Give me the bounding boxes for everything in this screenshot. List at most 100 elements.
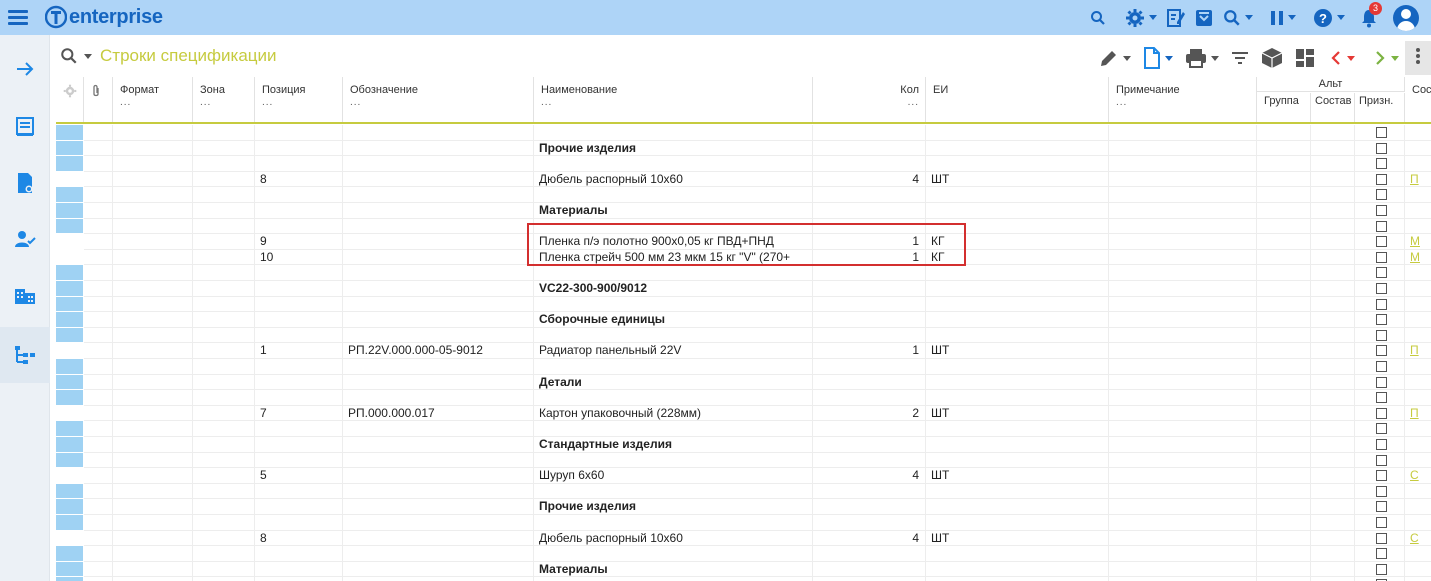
table-cell[interactable]	[1311, 327, 1355, 344]
table-cell-pos[interactable]	[255, 499, 343, 515]
table-cell[interactable]	[1109, 218, 1257, 235]
pause-menu-button[interactable]	[1270, 10, 1296, 26]
table-cell[interactable]	[1257, 437, 1311, 453]
table-cell[interactable]	[113, 249, 193, 266]
table-cell[interactable]	[1109, 234, 1257, 250]
composition-link[interactable]: П	[1405, 406, 1431, 422]
table-cell[interactable]	[1109, 468, 1257, 484]
table-cell-pos[interactable]	[255, 140, 343, 157]
sign-checkbox[interactable]	[1376, 189, 1387, 201]
table-cell[interactable]	[1109, 577, 1257, 581]
edit-document-button[interactable]	[1167, 8, 1185, 28]
table-cell[interactable]	[193, 218, 255, 235]
table-row[interactable]: Прочие изделия	[56, 140, 1431, 157]
table-cell[interactable]	[1257, 405, 1311, 422]
table-cell-qty[interactable]	[813, 156, 926, 172]
table-cell-name[interactable]: Прочие изделия	[534, 499, 813, 515]
sign-checkbox[interactable]	[1376, 407, 1387, 419]
sign-checkbox[interactable]	[1376, 563, 1387, 575]
table-cell[interactable]	[84, 234, 113, 250]
column-header-zone[interactable]: Зона...	[193, 77, 255, 123]
table-cell[interactable]	[113, 421, 193, 437]
table-cell[interactable]	[193, 234, 255, 250]
table-cell-designation[interactable]	[343, 296, 534, 313]
table-cell[interactable]	[193, 515, 255, 531]
table-cell-pos[interactable]	[255, 390, 343, 406]
table-cell-designation[interactable]: РП.22V.000.000-05-9012	[343, 343, 534, 359]
table-cell[interactable]	[1109, 561, 1257, 578]
table-cell-qty[interactable]	[813, 359, 926, 375]
table-cell[interactable]	[84, 468, 113, 484]
table-cell[interactable]	[193, 125, 255, 141]
column-header-composition[interactable]: Состав	[1311, 93, 1355, 123]
composition-link[interactable]: П	[1405, 343, 1431, 359]
table-cell-designation[interactable]	[343, 327, 534, 344]
table-cell-designation[interactable]	[343, 187, 534, 203]
table-cell[interactable]	[1257, 561, 1311, 578]
row-selector[interactable]	[56, 561, 83, 578]
table-cell[interactable]	[1257, 156, 1311, 172]
table-cell-name[interactable]: Шуруп 6х60	[534, 468, 813, 484]
table-cell-name[interactable]	[534, 421, 813, 437]
table-cell-designation[interactable]	[343, 156, 534, 172]
table-cell[interactable]	[1109, 359, 1257, 375]
table-cell[interactable]	[84, 343, 113, 359]
table-cell-designation[interactable]	[343, 530, 534, 547]
table-cell[interactable]	[113, 218, 193, 235]
table-cell[interactable]	[113, 203, 193, 219]
table-cell-name[interactable]	[534, 546, 813, 562]
sign-checkbox[interactable]	[1376, 532, 1387, 544]
column-header-format[interactable]: Формат...	[113, 77, 193, 123]
table-row[interactable]: Детали	[56, 374, 1431, 391]
table-row[interactable]: Материалы	[56, 203, 1431, 219]
table-cell[interactable]	[113, 546, 193, 562]
table-cell-name[interactable]	[534, 390, 813, 406]
sign-checkbox[interactable]	[1376, 251, 1387, 263]
table-cell[interactable]	[1311, 187, 1355, 203]
table-cell[interactable]	[113, 234, 193, 250]
table-row[interactable]	[56, 125, 1431, 141]
table-cell[interactable]	[1109, 437, 1257, 453]
table-cell[interactable]	[1109, 405, 1257, 422]
table-cell-name[interactable]	[534, 218, 813, 235]
table-cell[interactable]	[1109, 546, 1257, 562]
table-cell[interactable]	[193, 546, 255, 562]
table-cell-unit[interactable]	[926, 156, 1109, 172]
table-cell-designation[interactable]	[343, 483, 534, 500]
table-cell[interactable]	[193, 421, 255, 437]
sign-checkbox[interactable]	[1376, 173, 1387, 185]
table-cell-designation[interactable]: РП.000.000.017	[343, 405, 534, 422]
sign-checkbox[interactable]	[1376, 439, 1387, 450]
table-cell-name[interactable]: Материалы	[534, 203, 813, 219]
table-cell-designation[interactable]	[343, 452, 534, 469]
table-cell-pos[interactable]	[255, 327, 343, 344]
table-cell[interactable]	[193, 249, 255, 266]
archive-button[interactable]	[1195, 9, 1213, 27]
table-cell[interactable]	[113, 140, 193, 157]
table-cell[interactable]	[84, 452, 113, 469]
row-selector[interactable]	[56, 452, 83, 469]
sign-checkbox[interactable]	[1376, 517, 1387, 528]
table-cell-pos[interactable]	[255, 421, 343, 437]
composition-link[interactable]: С	[1405, 531, 1431, 547]
row-selector[interactable]	[56, 483, 83, 500]
table-cell-name[interactable]: Пленка стрейч 500 мм 23 мкм 15 кг "V" (2…	[534, 249, 813, 266]
table-cell-designation[interactable]	[343, 140, 534, 157]
column-header-qty[interactable]: Кол...	[813, 77, 926, 123]
table-cell-unit[interactable]: КГ	[926, 249, 1109, 266]
table-cell[interactable]	[1311, 515, 1355, 531]
table-cell-pos[interactable]	[255, 296, 343, 313]
table-cell-pos[interactable]	[255, 156, 343, 172]
table-row[interactable]	[56, 483, 1431, 500]
document-button[interactable]	[1143, 47, 1173, 69]
table-cell-unit[interactable]: ШТ	[926, 530, 1109, 547]
3d-view-button[interactable]	[1261, 47, 1283, 69]
table-cell-name[interactable]: Радиатор панельный 22V	[534, 343, 813, 359]
table-cell-qty[interactable]	[813, 296, 926, 313]
table-cell-qty[interactable]	[813, 515, 926, 531]
table-cell[interactable]	[84, 187, 113, 203]
logo[interactable]: enterprise	[45, 5, 163, 29]
row-selector[interactable]	[56, 156, 83, 172]
composition-link[interactable]: П	[1405, 172, 1431, 188]
table-cell[interactable]	[1257, 577, 1311, 581]
